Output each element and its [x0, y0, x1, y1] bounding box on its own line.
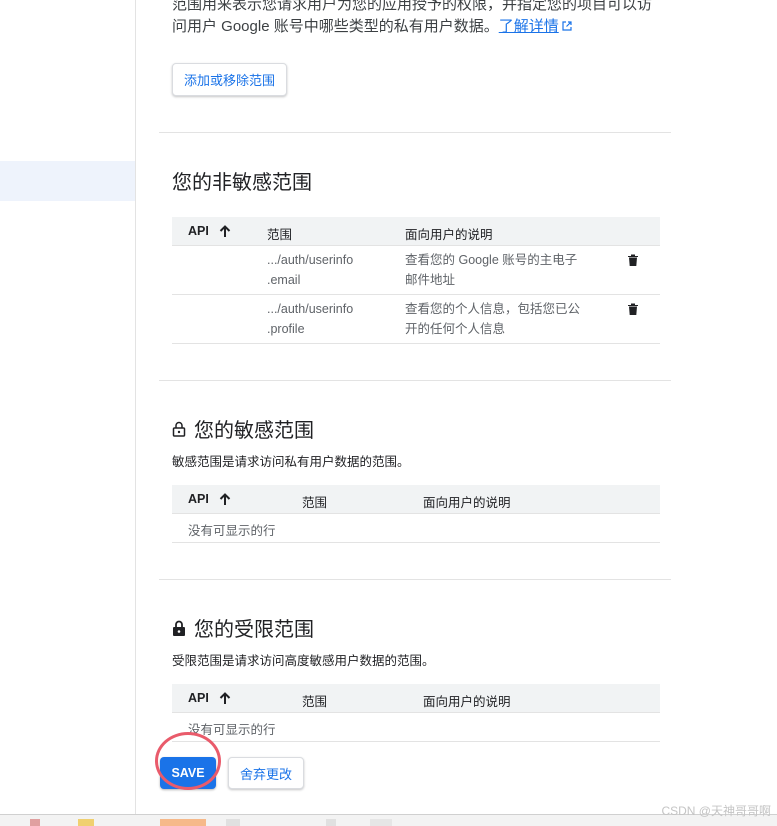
- taskbar: [0, 814, 777, 826]
- table-header: API 范围 面向用户的说明: [172, 485, 660, 514]
- api-column-header[interactable]: API: [188, 691, 231, 705]
- save-button[interactable]: SAVE: [160, 757, 216, 789]
- lock-icon: [173, 620, 185, 636]
- scope-column-header: 范围: [267, 228, 293, 242]
- empty-row: 没有可显示的行: [172, 713, 660, 742]
- external-link-icon: [562, 21, 572, 31]
- arrow-up-icon: [219, 224, 231, 237]
- description-column-header: 面向用户的说明: [423, 695, 511, 709]
- api-column-header[interactable]: API: [188, 224, 231, 238]
- non-sensitive-title: 您的非敏感范围: [172, 172, 312, 194]
- sidebar-active-item[interactable]: [0, 161, 135, 201]
- intro-line-1: 范围用来表示您请求用户为您的应用授予的权限，并指定您的项目可以访: [172, 0, 653, 13]
- restricted-table: API 范围 面向用户的说明 没有可显示的行: [172, 684, 660, 742]
- restricted-title: 您的受限范围: [172, 613, 314, 642]
- divider: [159, 132, 671, 133]
- arrow-up-icon: [219, 492, 231, 505]
- add-remove-scopes-button[interactable]: 添加或移除范围: [172, 63, 287, 96]
- non-sensitive-table: API 范围 面向用户的说明 .../auth/userinfo .email 查…: [172, 217, 660, 344]
- scope-column-header: 范围: [302, 496, 328, 510]
- scope-cell: .../auth/userinfo .profile: [267, 302, 354, 336]
- intro-text: 范围用来表示您请求用户为您的应用授予的权限，并指定您的项目可以访 问用户 Goo…: [172, 0, 662, 38]
- empty-row: 没有可显示的行: [172, 514, 660, 543]
- arrow-up-icon: [219, 691, 231, 704]
- divider: [159, 380, 671, 381]
- description-cell: 查看您的 Google 账号的主电子 邮件地址: [405, 253, 578, 287]
- table-row: .../auth/userinfo .profile 查看您的个人信息，包括您已公…: [172, 295, 660, 344]
- table-row: .../auth/userinfo .email 查看您的 Google 账号的主…: [172, 246, 660, 295]
- table-header: API 范围 面向用户的说明: [172, 684, 660, 713]
- sensitive-title: 您的敏感范围: [172, 414, 314, 443]
- api-column-header[interactable]: API: [188, 492, 231, 506]
- left-sidebar: [0, 0, 136, 815]
- description-column-header: 面向用户的说明: [405, 228, 493, 242]
- description-cell: 查看您的个人信息，包括您已公 开的任何个人信息: [405, 302, 581, 336]
- learn-more-link[interactable]: 了解详情: [499, 18, 559, 35]
- intro-line-2: 问用户 Google 账号中哪些类型的私有用户数据。了解详情: [172, 16, 662, 38]
- restricted-description: 受限范围是请求访问高度敏感用户数据的范围。: [172, 654, 435, 668]
- delete-icon[interactable]: [626, 302, 640, 316]
- sensitive-description: 敏感范围是请求访问私有用户数据的范围。: [172, 455, 410, 469]
- scope-cell: .../auth/userinfo .email: [267, 253, 354, 287]
- divider: [159, 579, 671, 580]
- scope-column-header: 范围: [302, 695, 328, 709]
- table-header: API 范围 面向用户的说明: [172, 217, 660, 246]
- sensitive-table: API 范围 面向用户的说明 没有可显示的行: [172, 485, 660, 543]
- delete-icon[interactable]: [626, 253, 640, 267]
- description-column-header: 面向用户的说明: [423, 496, 511, 510]
- watermark: CSDN @天神哥哥啊: [661, 804, 771, 818]
- discard-changes-button[interactable]: 舍弃更改: [228, 757, 304, 789]
- lock-open-outline-icon: [172, 421, 186, 437]
